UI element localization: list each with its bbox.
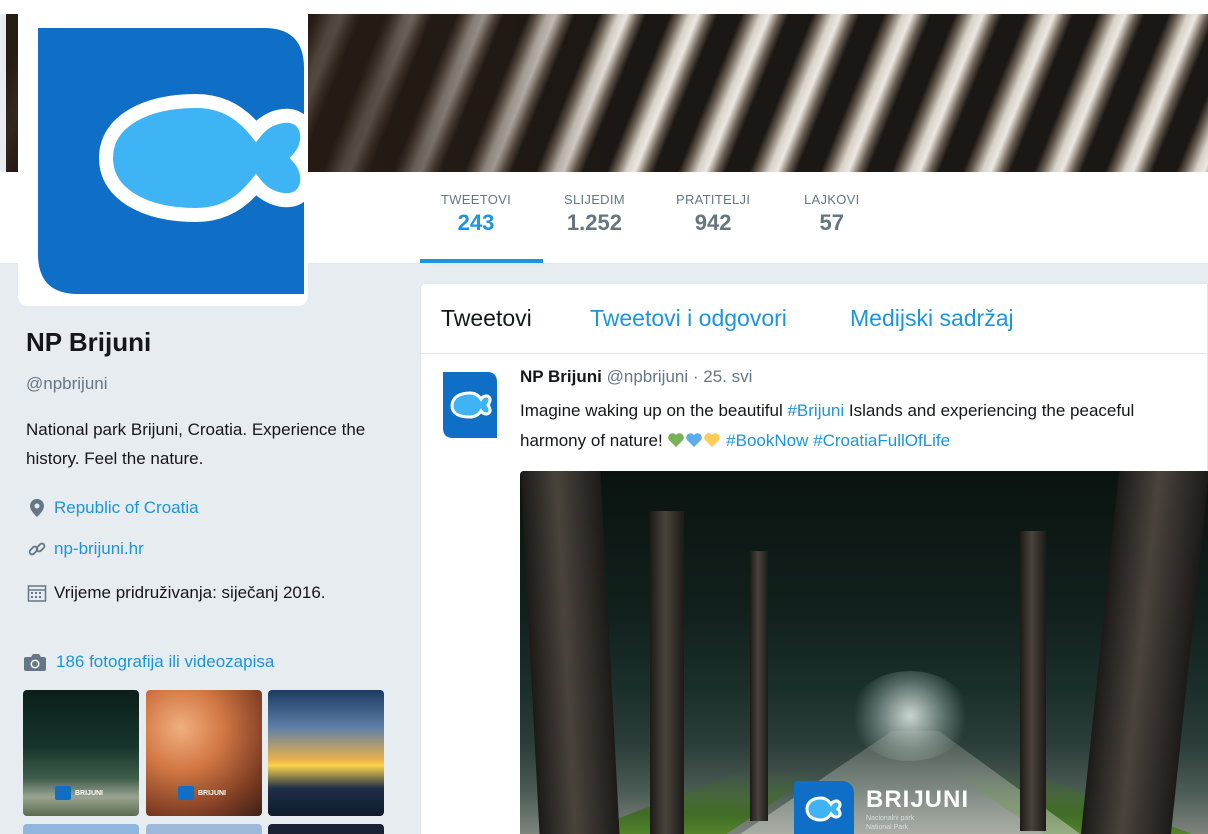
- tab-tweets[interactable]: Tweetovi: [441, 305, 532, 332]
- profile-avatar[interactable]: [38, 28, 304, 294]
- location-pin-icon: [26, 497, 48, 519]
- timeline-tabs: Tweetovi Tweetovi i odgovori Medijski sa…: [421, 284, 1208, 354]
- camera-icon: [24, 651, 48, 673]
- photos-videos-link[interactable]: 186 fotografija ili videozapisa: [24, 651, 274, 673]
- blue-heart-icon: [686, 433, 703, 447]
- media-logo-subtitle: National Park: [866, 824, 909, 831]
- profile-joined: Vrijeme pridruživanja: siječanj 2016.: [26, 582, 326, 604]
- tweet-date[interactable]: · 25. svi: [693, 367, 753, 386]
- thumbnail-logo-text: BRIJUNI: [75, 789, 104, 797]
- photos-label: 186 fotografija ili videozapisa: [56, 652, 275, 671]
- link-chain-icon: [26, 538, 48, 560]
- media-logo-icon: [794, 781, 854, 834]
- photo-thumbnail[interactable]: [268, 824, 384, 834]
- stat-tweets[interactable]: TWEETOVI 243: [441, 192, 511, 236]
- active-stat-underline: [420, 259, 543, 263]
- tweet-text-part: Imagine waking up on the beautiful: [520, 401, 788, 420]
- profile-website: np-brijuni.hr: [26, 538, 144, 560]
- thumbnail-logo: BRIJUNI: [55, 786, 103, 800]
- profile-location: Republic of Croatia: [26, 497, 199, 519]
- stat-value: 942: [694, 210, 732, 235]
- stat-label: PRATITELJI: [676, 192, 751, 207]
- media-brijuni-logo: BRIJUNI Nacionalni park National Park: [794, 781, 969, 834]
- tab-media[interactable]: Medijski sadržaj: [850, 305, 1014, 332]
- media-tree-trunk: [750, 551, 768, 821]
- stat-value: 57: [819, 210, 845, 235]
- profile-handle: @npbrijuni: [26, 374, 108, 393]
- joined-text: Vrijeme pridruživanja: siječanj 2016.: [54, 583, 326, 602]
- stat-label: SLIJEDIM: [564, 192, 625, 207]
- tweet-author-name[interactable]: NP Brijuni: [520, 367, 602, 386]
- tweet-header: NP Brijuni @npbrijuni · 25. svi: [520, 367, 752, 387]
- green-heart-icon: [668, 433, 685, 447]
- media-tree-trunk: [520, 471, 620, 834]
- location-link[interactable]: Republic of Croatia: [54, 498, 199, 518]
- website-link[interactable]: np-brijuni.hr: [54, 539, 144, 559]
- photo-thumbnail[interactable]: [23, 824, 139, 834]
- hashtag-brijuni[interactable]: #Brijuni: [787, 401, 844, 420]
- photo-thumbnail[interactable]: BRIJUNI: [23, 690, 139, 816]
- media-logo-subtitle: Nacionalni park: [866, 815, 915, 822]
- media-tree-trunk: [650, 511, 684, 834]
- stat-followers[interactable]: PRATITELJI 942: [676, 192, 750, 236]
- hashtag-booknow[interactable]: #BookNow: [726, 431, 808, 450]
- hashtag-croatiafulloflife[interactable]: #CroatiaFullOfLife: [813, 431, 950, 450]
- stat-label: TWEETOVI: [441, 192, 512, 207]
- yellow-heart-icon: [704, 433, 721, 447]
- stat-likes[interactable]: LAJKOVI 57: [804, 192, 860, 236]
- tab-tweets-and-replies[interactable]: Tweetovi i odgovori: [590, 305, 787, 332]
- profile-avatar-frame: [18, 14, 308, 306]
- top-strip: [0, 0, 1208, 14]
- stat-label: LAJKOVI: [804, 192, 860, 207]
- calendar-icon: [26, 582, 48, 604]
- stat-following[interactable]: SLIJEDIM 1.252: [564, 192, 625, 236]
- tweet-text: Imagine waking up on the beautiful #Brij…: [520, 396, 1190, 456]
- profile-bio: National park Brijuni, Croatia. Experien…: [26, 420, 366, 468]
- photo-thumbnail[interactable]: [268, 690, 384, 816]
- tweet-author-avatar[interactable]: [443, 372, 497, 438]
- media-tree-trunk: [1080, 471, 1208, 834]
- photo-thumbnail[interactable]: BRIJUNI: [146, 690, 262, 816]
- profile-name[interactable]: NP Brijuni: [26, 327, 151, 358]
- stat-value: 243: [457, 210, 495, 235]
- tweet-media-image[interactable]: BRIJUNI Nacionalni park National Park: [520, 471, 1208, 834]
- tweet-author-handle[interactable]: @npbrijuni: [607, 367, 689, 386]
- thumbnail-logo: BRIJUNI: [178, 786, 226, 800]
- media-tree-trunk: [1020, 531, 1046, 831]
- thumbnail-logo-text: BRIJUNI: [198, 789, 227, 797]
- media-logo-text: BRIJUNI: [866, 786, 970, 813]
- stat-value: 1.252: [566, 210, 622, 235]
- photo-thumbnail[interactable]: [146, 824, 262, 834]
